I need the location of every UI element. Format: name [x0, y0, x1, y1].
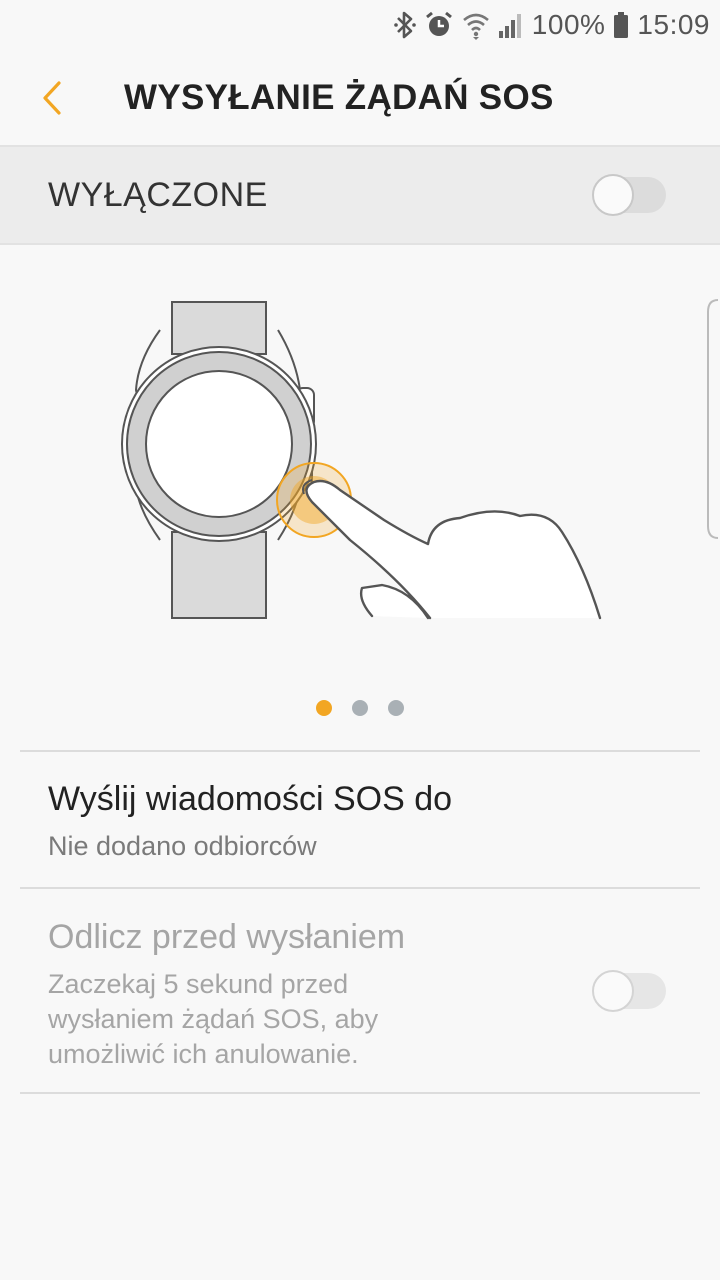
- watch-illustration: [121, 299, 719, 620]
- switch-knob: [592, 970, 634, 1012]
- sos-recipients-title: Wyślij wiadomości SOS do: [48, 780, 453, 818]
- back-button[interactable]: [0, 50, 110, 145]
- divider: [20, 750, 700, 752]
- countdown-subtitle-line: Zaczekaj 5 sekund przed: [48, 969, 349, 999]
- list-item-sos-recipients[interactable]: Wyślij wiadomości SOS do Nie dodano odbi…: [48, 780, 672, 864]
- clock: 15:09: [637, 9, 710, 40]
- countdown-switch[interactable]: [592, 970, 666, 1012]
- sos-recipients-subtitle: Nie dodano odbiorców: [48, 831, 317, 861]
- countdown-subtitle: Zaczekaj 5 sekund przed wysłaniem żądań …: [48, 967, 500, 1072]
- divider: [20, 887, 700, 889]
- status-bar: 100% 15:09: [0, 0, 720, 50]
- master-switch-row[interactable]: WYŁĄCZONE: [0, 145, 720, 245]
- bluetooth-icon: [393, 10, 416, 40]
- list-item-countdown[interactable]: Odlicz przed wysłaniem Zaczekaj 5 sekund…: [48, 918, 500, 1072]
- countdown-subtitle-line: wysłaniem żądań SOS, aby: [48, 1004, 379, 1034]
- page-dot-3[interactable]: [388, 700, 404, 716]
- page-dot-1[interactable]: [316, 700, 332, 716]
- sos-illustration: [0, 245, 720, 665]
- countdown-subtitle-line: umożliwić ich anulowanie.: [48, 1039, 359, 1069]
- chevron-left-icon: [43, 80, 61, 115]
- page-indicator: [0, 700, 720, 720]
- signal-icon: [498, 11, 524, 39]
- alarm-icon: [424, 10, 454, 40]
- divider: [20, 1092, 700, 1094]
- battery-icon: [613, 11, 629, 39]
- battery-percent: 100%: [531, 9, 606, 40]
- switch-knob: [592, 174, 634, 216]
- page-dot-2[interactable]: [352, 700, 368, 716]
- wifi-icon: [462, 10, 490, 40]
- master-switch[interactable]: [592, 174, 666, 216]
- master-switch-label: WYŁĄCZONE: [48, 175, 268, 214]
- app-bar: WYSYŁANIE ŻĄDAŃ SOS: [0, 50, 720, 145]
- countdown-title: Odlicz przed wysłaniem: [48, 918, 406, 956]
- page-title: WYSYŁANIE ŻĄDAŃ SOS: [124, 77, 554, 117]
